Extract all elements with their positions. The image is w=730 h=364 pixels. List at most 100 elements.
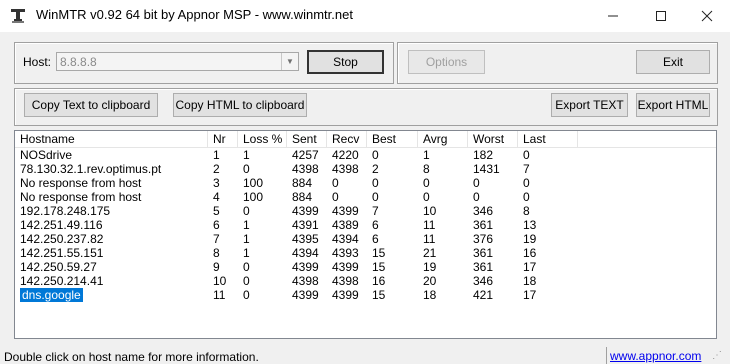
selected-hostname[interactable]: dns.google — [20, 288, 83, 302]
cell-recv: 4393 — [332, 246, 359, 260]
cell-worst: 346 — [473, 274, 494, 288]
status-text: Double click on host name for more infor… — [4, 350, 259, 364]
column-header-hostname[interactable]: Hostname — [15, 131, 208, 147]
column-header-avrg[interactable]: Avrg — [418, 131, 468, 147]
cell-best: 6 — [372, 218, 379, 232]
column-header-worst[interactable]: Worst — [468, 131, 518, 147]
cell-hostname[interactable]: dns.google — [15, 288, 208, 302]
cell-worst: 361 — [473, 246, 494, 260]
cell-avrg: 11 — [423, 232, 436, 246]
cell-loss: 100 — [243, 190, 264, 204]
column-header-recv[interactable]: Recv — [327, 131, 367, 147]
cell-hostname[interactable]: No response from host — [15, 176, 208, 190]
column-header-nr[interactable]: Nr — [208, 131, 238, 147]
cell-avrg: 21 — [423, 246, 437, 260]
cell-best: 6 — [372, 232, 379, 246]
table-row[interactable]: 78.130.32.1.rev.optimus.pt 2 0 4398 4398 2 8 14… — [15, 162, 716, 176]
cell-hostname[interactable]: 142.251.49.116 — [15, 218, 208, 232]
cell-hostname[interactable]: 142.250.237.82 — [15, 232, 208, 246]
cell-avrg: 18 — [423, 288, 437, 302]
close-button[interactable] — [684, 0, 730, 32]
stop-button[interactable]: Stop — [307, 50, 384, 74]
cell-last: 17 — [523, 288, 537, 302]
cell-recv: 4220 — [332, 148, 359, 162]
cell-last: 19 — [523, 232, 537, 246]
cell-best: 0 — [372, 148, 379, 162]
cell-recv: 4394 — [332, 232, 359, 246]
cell-hostname[interactable]: 78.130.32.1.rev.optimus.pt — [15, 162, 208, 176]
cell-avrg: 0 — [423, 190, 430, 204]
copy-text-button[interactable]: Copy Text to clipboard — [24, 93, 158, 117]
cell-hostname[interactable]: 142.251.55.151 — [15, 246, 208, 260]
exit-button[interactable]: Exit — [636, 50, 710, 74]
cell-nr: 4 — [213, 190, 220, 204]
cell-sent: 4257 — [292, 148, 319, 162]
maximize-button[interactable] — [638, 0, 684, 32]
options-button[interactable]: Options — [408, 50, 485, 74]
resize-grip-icon[interactable]: ⋰ — [712, 350, 726, 364]
cell-worst: 346 — [473, 204, 494, 218]
cell-loss: 0 — [243, 204, 250, 218]
title-bar: WinMTR v0.92 64 bit by Appnor MSP - www.… — [0, 0, 730, 32]
table-row[interactable]: No response from host 4 100 884 0 0 0 0 0 — [15, 190, 716, 204]
table-row[interactable]: dns.google 11 0 4399 4399 15 18 421 17 — [15, 288, 716, 302]
column-header-last[interactable]: Last — [518, 131, 578, 147]
cell-hostname[interactable]: 142.250.214.41 — [15, 274, 208, 288]
host-value: 8.8.8.8 — [60, 55, 97, 69]
cell-recv: 4399 — [332, 288, 359, 302]
table-header: Hostname Nr Loss % Sent Recv Best Avrg Worst Las… — [15, 131, 716, 148]
cell-best: 0 — [372, 176, 379, 190]
column-header-loss[interactable]: Loss % — [238, 131, 287, 147]
cell-hostname[interactable]: 192.178.248.175 — [15, 204, 208, 218]
results-table[interactable]: Hostname Nr Loss % Sent Recv Best Avrg Worst Las… — [14, 130, 717, 339]
cell-hostname[interactable]: No response from host — [15, 190, 208, 204]
cell-avrg: 19 — [423, 260, 437, 274]
table-row[interactable]: No response from host 3 100 884 0 0 0 0 0 — [15, 176, 716, 190]
cell-recv: 0 — [332, 176, 339, 190]
chevron-down-icon[interactable]: ▼ — [281, 53, 298, 70]
cell-loss: 1 — [243, 218, 250, 232]
cell-last: 17 — [523, 260, 537, 274]
column-header-best[interactable]: Best — [367, 131, 418, 147]
table-row[interactable]: NOSdrive 1 1 4257 4220 0 1 182 0 — [15, 148, 716, 162]
cell-nr: 3 — [213, 176, 220, 190]
cell-avrg: 1 — [423, 148, 430, 162]
cell-loss: 0 — [243, 288, 250, 302]
export-html-button[interactable]: Export HTML — [636, 93, 710, 117]
table-row[interactable]: 142.250.59.27 9 0 4399 4399 15 19 361 17 — [15, 260, 716, 274]
cell-nr: 6 — [213, 218, 220, 232]
cell-hostname[interactable]: 142.250.59.27 — [15, 260, 208, 274]
export-text-label: Export TEXT — [555, 98, 624, 112]
cell-hostname[interactable]: NOSdrive — [15, 148, 208, 162]
cell-loss: 1 — [243, 232, 250, 246]
cell-last: 8 — [523, 204, 530, 218]
cell-sent: 4399 — [292, 204, 319, 218]
minimize-icon — [608, 15, 618, 17]
cell-loss: 1 — [243, 246, 250, 260]
cell-nr: 5 — [213, 204, 220, 218]
window-title: WinMTR v0.92 64 bit by Appnor MSP - www.… — [36, 7, 353, 22]
table-row[interactable]: 142.251.49.116 6 1 4391 4389 6 11 361 13 — [15, 218, 716, 232]
cell-last: 0 — [523, 190, 530, 204]
table-row[interactable]: 142.251.55.151 8 1 4394 4393 15 21 361 16 — [15, 246, 716, 260]
maximize-icon — [656, 11, 666, 21]
table-row[interactable]: 142.250.214.41 10 0 4398 4398 16 20 346 18 — [15, 274, 716, 288]
cell-nr: 7 — [213, 232, 220, 246]
cell-nr: 10 — [213, 274, 227, 288]
table-row[interactable]: 192.178.248.175 5 0 4399 4399 7 10 346 8 — [15, 204, 716, 218]
cell-recv: 4389 — [332, 218, 359, 232]
cell-sent: 4394 — [292, 246, 319, 260]
cell-recv: 0 — [332, 190, 339, 204]
minimize-button[interactable] — [590, 0, 636, 32]
appnor-link[interactable]: www.appnor.com — [610, 349, 701, 363]
host-combobox[interactable]: 8.8.8.8 ▼ — [56, 52, 299, 71]
cell-loss: 0 — [243, 162, 250, 176]
cell-loss: 100 — [243, 176, 264, 190]
cell-sent: 4398 — [292, 274, 319, 288]
cell-recv: 4398 — [332, 274, 359, 288]
export-text-button[interactable]: Export TEXT — [551, 93, 628, 117]
copy-html-button[interactable]: Copy HTML to clipboard — [173, 93, 307, 117]
cell-worst: 0 — [473, 190, 480, 204]
column-header-sent[interactable]: Sent — [287, 131, 327, 147]
table-row[interactable]: 142.250.237.82 7 1 4395 4394 6 11 376 19 — [15, 232, 716, 246]
